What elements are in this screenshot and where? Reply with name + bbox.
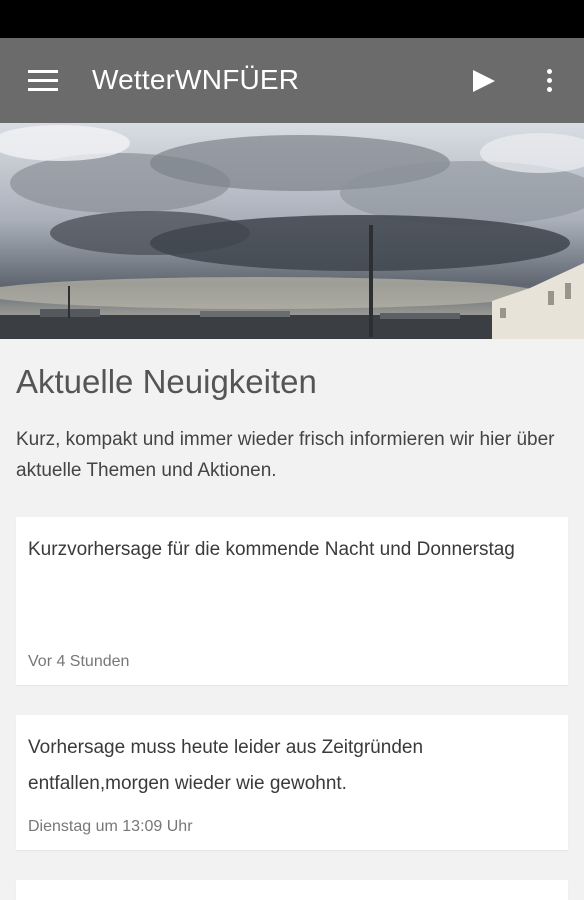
header-image xyxy=(0,123,584,339)
news-title: Vorhersage muss heute leider aus Zeitgrü… xyxy=(28,737,424,794)
hamburger-menu-icon[interactable] xyxy=(22,66,62,96)
news-time: Dienstag um 13:09 Uhr xyxy=(28,818,193,835)
more-vert-icon[interactable] xyxy=(534,64,564,98)
section-title: Aktuelle Neuigkeiten xyxy=(16,363,317,400)
news-card[interactable]: Kurzvorhersage für die kommende Nacht un… xyxy=(16,517,568,685)
news-time: Vor 4 Stunden xyxy=(28,653,130,670)
app-bar: WetterWNFÜER xyxy=(0,38,584,123)
section-description: Kurz, kompakt und immer wieder frisch in… xyxy=(16,429,555,481)
news-title: Kurzvorhersage für die kommende Nacht un… xyxy=(28,539,515,560)
news-card-partial[interactable] xyxy=(16,880,568,900)
play-icon[interactable] xyxy=(466,64,500,98)
status-bar xyxy=(0,0,584,38)
news-card[interactable]: Vorhersage muss heute leider aus Zeitgrü… xyxy=(16,715,568,850)
app-title: WetterWNFÜER xyxy=(92,64,300,95)
